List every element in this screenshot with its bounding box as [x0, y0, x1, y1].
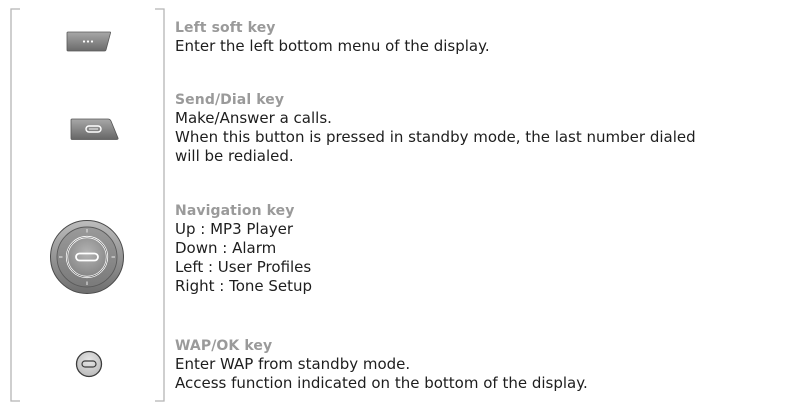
key-entry-wap-ok-key: WAP/OK key Enter WAP from standby mode. … [175, 338, 785, 393]
key-description-line: Left : User Profiles [175, 258, 312, 276]
key-description-line: Down : Alarm [175, 239, 277, 257]
key-entry-left-soft-key: Left soft key Enter the left bottom menu… [175, 20, 785, 56]
icon-column-bracket [10, 8, 165, 402]
key-title: Send/Dial key [175, 92, 285, 108]
key-title: WAP/OK key [175, 338, 273, 354]
key-description-line: Enter WAP from standby mode. [175, 355, 411, 373]
wap-ok-key-icon [75, 350, 103, 378]
key-entry-navigation-key: Navigation key Up : MP3 Player Down : Al… [175, 203, 785, 296]
key-description-line: When this button is pressed in standby m… [175, 128, 696, 146]
key-description-line: Right : Tone Setup [175, 277, 313, 295]
key-description-line: Up : MP3 Player [175, 220, 294, 238]
key-title: Navigation key [175, 203, 295, 219]
key-description-line: Access function indicated on the bottom … [175, 374, 588, 392]
key-description-line: Make/Answer a calls. [175, 109, 332, 127]
key-description-line: will be redialed. [175, 147, 294, 165]
send-dial-key-icon [70, 117, 120, 141]
key-entry-send-dial-key: Send/Dial key Make/Answer a calls. When … [175, 92, 785, 166]
left-soft-key-icon [66, 30, 112, 52]
key-description-line: Enter the left bottom menu of the displa… [175, 37, 490, 55]
navigation-key-icon [49, 219, 125, 295]
key-title: Left soft key [175, 20, 276, 36]
